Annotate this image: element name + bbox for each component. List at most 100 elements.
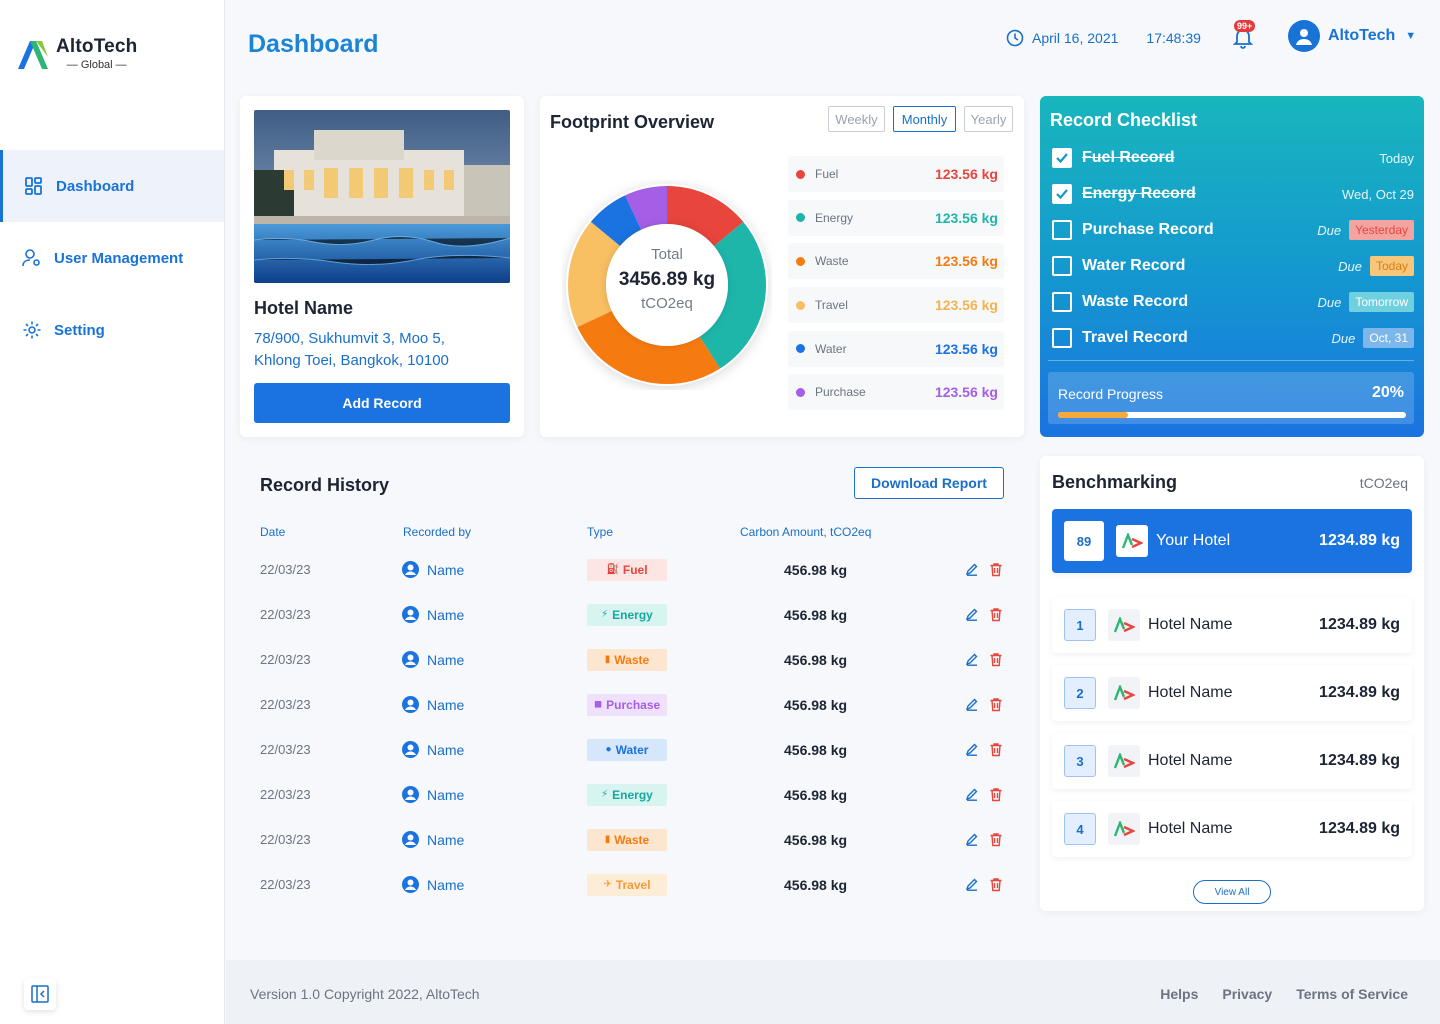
benchmarking-title: Benchmarking [1052,472,1178,492]
legend-dot [796,213,805,223]
footer-link-terms[interactable]: Terms of Service [1296,986,1408,1002]
checkbox[interactable] [1052,220,1072,240]
trash-icon[interactable] [989,652,1003,667]
trash-icon[interactable] [989,742,1003,757]
legend-name: Water [815,341,847,356]
row-recorded-by[interactable]: Name [402,651,464,668]
benchmark-row[interactable]: 3 Hotel Name 1234.89 kg [1052,733,1412,789]
checklist-item-fuel-record[interactable]: Fuel Record Today [1052,140,1414,176]
edit-icon[interactable] [965,697,979,711]
checklist-item-travel-record[interactable]: Travel Record Due Oct, 31 [1052,320,1414,356]
copyright-text: Version 1.0 Copyright 2022, AltoTech [250,986,480,1002]
legend-item-water: Water 123.56 kg [788,330,1004,367]
footer-link-helps[interactable]: Helps [1160,986,1198,1002]
clock-icon [1006,29,1024,47]
row-actions [965,562,1003,577]
row-recorded-by[interactable]: Name [402,741,464,758]
recorded-by-name: Name [427,831,465,848]
trash-icon[interactable] [989,787,1003,802]
footer-link-privacy[interactable]: Privacy [1222,986,1272,1002]
row-carbon-amount: 456.98 kg [784,606,848,623]
row-carbon-amount: 456.98 kg [784,741,848,758]
type-label: Waste [614,832,650,847]
benchmark-row-your-hotel[interactable]: 89 Your Hotel 1234.89 kg [1052,509,1412,573]
legend-value: 123.56 kg [934,209,998,226]
row-recorded-by[interactable]: Name [402,606,464,623]
header-time: 17:48:39 [1146,30,1201,46]
progress-label: Record Progress [1058,386,1164,402]
drop-icon: ● [605,744,612,755]
donut-total-label: Total [651,246,683,263]
edit-icon[interactable] [965,607,979,621]
sidebar-item-user-management[interactable]: User Management [0,222,224,294]
table-row: 22/03/23 Name ▮ Waste 456.98 kg [260,637,1004,682]
row-carbon-amount: 456.98 kg [784,831,848,848]
edit-icon[interactable] [965,787,979,801]
due-date-badge: Today [1369,256,1414,276]
checkbox[interactable] [1052,256,1072,276]
benchmark-row[interactable]: 1 Hotel Name 1234.89 kg [1052,597,1412,653]
row-date: 22/03/23 [260,652,311,667]
add-record-button[interactable]: Add Record [254,383,510,423]
due-date-badge: Tomorrow [1349,292,1414,312]
user-menu[interactable]: AltoTech ▼ [1288,20,1416,52]
row-actions [965,877,1003,892]
period-yearly-button[interactable]: Yearly [964,106,1013,132]
download-report-button[interactable]: Download Report [854,467,1004,499]
checklist-item-water-record[interactable]: Water Record Due Today [1052,248,1414,284]
edit-icon[interactable] [965,652,979,666]
view-all-button[interactable]: View All [1193,880,1271,904]
table-row: 22/03/23 Name ● Water 456.98 kg [260,727,1004,772]
row-carbon-amount: 456.98 kg [784,786,848,803]
hotel-logo [1108,745,1140,777]
benchmark-row[interactable]: 4 Hotel Name 1234.89 kg [1052,801,1412,857]
altotech-mark-icon [1113,753,1135,769]
sidebar-item-setting[interactable]: Setting [0,294,224,366]
collapse-sidebar-button[interactable] [24,978,56,1010]
checkbox[interactable] [1052,184,1072,204]
trash-icon[interactable] [989,562,1003,577]
donut-center: Total 3456.89 kg tCO2eq [562,246,772,312]
benchmark-hotel-name: Hotel Name [1148,820,1233,837]
trash-icon[interactable] [989,697,1003,712]
column-header-recorded-by: Recorded by [403,525,472,539]
row-recorded-by[interactable]: Name [402,786,464,803]
gear-icon [23,321,41,339]
row-recorded-by[interactable]: Name [402,876,464,893]
benchmark-value: 1234.89 kg [1319,684,1400,701]
sidebar-item-dashboard[interactable]: Dashboard [0,150,224,222]
trash-icon[interactable] [989,877,1003,892]
row-recorded-by[interactable]: Name [402,561,464,578]
user-name: AltoTech [1328,27,1396,44]
edit-icon[interactable] [965,877,979,891]
checklist-item-purchase-record[interactable]: Purchase Record Due Yesterday [1052,212,1414,248]
footer-links: Helps Privacy Terms of Service [1160,986,1408,1002]
trash-icon[interactable] [989,832,1003,847]
type-badge: ⛽ Fuel [587,558,667,581]
type-label: Waste [614,652,650,667]
footprint-title: Footprint Overview [550,112,715,132]
type-badge: ▮ Waste [587,828,667,851]
edit-icon[interactable] [965,742,979,756]
period-monthly-button[interactable]: Monthly [893,106,956,132]
checklist-item-waste-record[interactable]: Waste Record Due Tomorrow [1052,284,1414,320]
row-recorded-by[interactable]: Name [402,831,464,848]
sidebar: AltoTech — Global — Dashboard User Manag… [0,0,225,1024]
page-title: Dashboard [248,30,379,58]
brand-logo[interactable]: AltoTech — Global — [16,36,137,71]
progress-value: 20% [1371,384,1404,401]
checkbox[interactable] [1052,328,1072,348]
period-weekly-button[interactable]: Weekly [828,106,885,132]
edit-icon[interactable] [965,832,979,846]
edit-icon[interactable] [965,562,979,576]
row-actions [965,787,1003,802]
checkbox[interactable] [1052,292,1072,312]
legend-item-energy: Energy 123.56 kg [788,199,1004,236]
checkbox[interactable] [1052,148,1072,168]
benchmark-row[interactable]: 2 Hotel Name 1234.89 kg [1052,665,1412,721]
hotel-image [254,110,510,283]
row-recorded-by[interactable]: Name [402,696,464,713]
checklist-item-energy-record[interactable]: Energy Record Wed, Oct 29 [1052,176,1414,212]
trash-icon[interactable] [989,607,1003,622]
hotel-logo [1116,525,1148,557]
